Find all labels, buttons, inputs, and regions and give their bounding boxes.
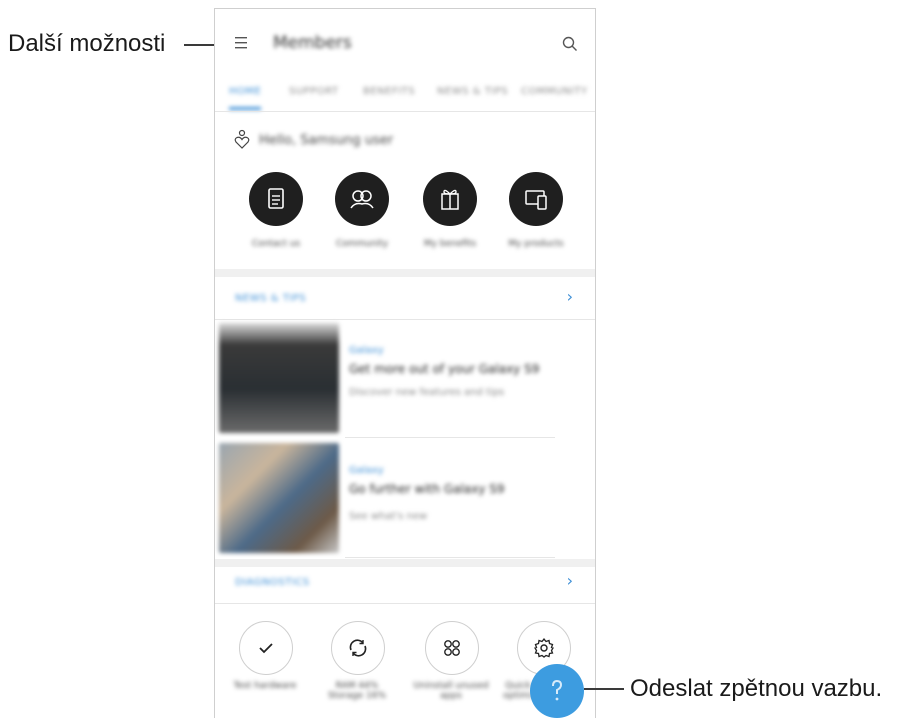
community-button[interactable]	[335, 172, 389, 226]
question-icon	[552, 679, 563, 701]
greeting-text: Hello, Samsung user	[259, 133, 394, 148]
devices-icon	[525, 190, 547, 210]
section-divider	[215, 559, 595, 567]
section-divider	[215, 269, 595, 277]
tab-community[interactable]: COMMUNITY	[521, 86, 588, 97]
callout-send-feedback: Odeslat zpětnou vazbu.	[630, 675, 883, 702]
menu-icon[interactable]	[233, 35, 251, 55]
diagnostic-label: Test hardware	[233, 681, 297, 691]
community-icon	[350, 190, 374, 209]
news-section-title: NEWS & TIPS	[235, 293, 307, 304]
tab-home[interactable]: HOME	[229, 86, 261, 97]
divider	[215, 111, 595, 112]
news-description: Discover new features and tips	[349, 387, 505, 398]
diagnostic-label: Uninstall unused apps	[413, 681, 489, 701]
callout-line-feedback	[584, 688, 624, 690]
news-title[interactable]: Get more out of your Galaxy S9	[349, 362, 579, 376]
phone-screen: Members HOME SUPPORT BENEFITS NEWS & TIP…	[214, 8, 596, 718]
refresh-icon	[349, 639, 367, 657]
divider	[345, 437, 555, 438]
document-icon	[268, 188, 284, 209]
news-thumbnail[interactable]	[219, 443, 339, 553]
shortcut-label: My products	[508, 239, 564, 249]
news-tag: Galaxy	[349, 465, 384, 476]
apps-grid-icon	[444, 640, 460, 656]
gift-icon	[441, 189, 459, 210]
feedback-fab[interactable]	[530, 664, 584, 718]
shortcut-label: Contact us	[251, 239, 301, 249]
my-products-button[interactable]	[509, 172, 563, 226]
divider	[345, 557, 555, 558]
shortcut-label: My benefits	[423, 239, 477, 249]
refresh-button[interactable]	[331, 621, 385, 675]
news-title[interactable]: Go further with Galaxy S9	[349, 482, 579, 496]
tab-bar: HOME SUPPORT BENEFITS NEWS & TIPS COMMUN…	[215, 77, 595, 111]
diagnostic-label: RAM 44% Storage 16%	[327, 681, 387, 701]
shortcut-label: Community	[335, 239, 389, 249]
divider	[215, 603, 595, 604]
chevron-right-icon[interactable]: ›	[567, 571, 573, 590]
check-icon	[259, 643, 273, 654]
contact-us-button[interactable]	[249, 172, 303, 226]
uninstall-apps-button[interactable]	[425, 621, 479, 675]
my-benefits-button[interactable]	[423, 172, 477, 226]
diagnostic-label: Quick optimization	[503, 681, 533, 701]
callout-more-options: Další možnosti	[8, 30, 166, 57]
search-icon[interactable]	[561, 35, 579, 57]
chevron-right-icon[interactable]: ›	[567, 287, 573, 306]
news-tag: Galaxy	[349, 345, 384, 356]
news-thumbnail[interactable]	[219, 323, 339, 433]
divider	[215, 319, 595, 320]
news-description: See what's new	[349, 511, 428, 522]
tab-benefits[interactable]: BENEFITS	[363, 86, 415, 97]
heart-icon	[233, 129, 251, 155]
app-title: Members	[273, 33, 352, 53]
diagnostics-section-title: DIAGNOSTICS	[235, 577, 310, 588]
test-hardware-button[interactable]	[239, 621, 293, 675]
tab-support[interactable]: SUPPORT	[289, 86, 338, 97]
tab-active-indicator	[229, 107, 261, 110]
tab-news-tips[interactable]: NEWS & TIPS	[437, 86, 508, 97]
